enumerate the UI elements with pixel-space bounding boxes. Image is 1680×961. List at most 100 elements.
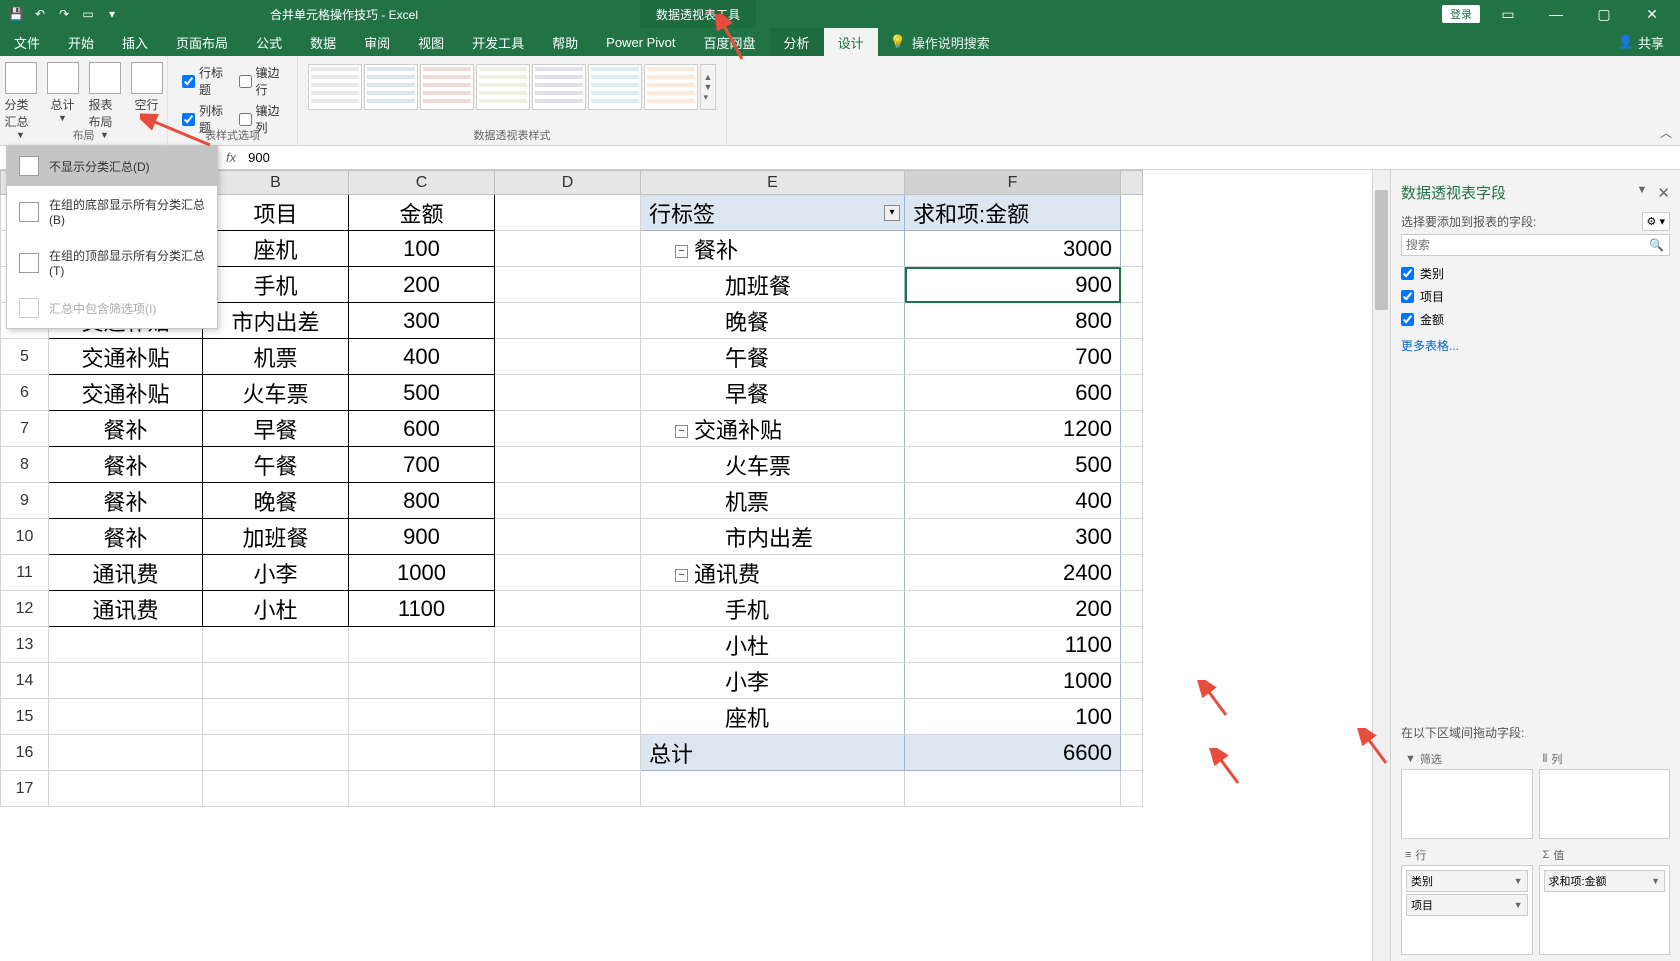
field-category[interactable]: 类别 (1401, 262, 1670, 285)
tab-formulas[interactable]: 公式 (242, 28, 296, 56)
share-button[interactable]: 👤 共享 (1602, 28, 1680, 56)
scrollbar-thumb[interactable] (1375, 190, 1388, 310)
cell[interactable]: 晚餐 (203, 483, 349, 519)
cell[interactable]: 早餐 (203, 411, 349, 447)
row-header[interactable]: 14 (1, 663, 49, 699)
pivot-item[interactable]: 市内出差 (641, 519, 905, 555)
cell[interactable] (495, 375, 641, 411)
cell[interactable]: 项目 (203, 195, 349, 231)
cell[interactable] (1121, 303, 1143, 339)
close-icon[interactable]: ✕ (1632, 6, 1672, 23)
tab-view[interactable]: 视图 (404, 28, 458, 56)
cell[interactable]: 加班餐 (203, 519, 349, 555)
cell[interactable]: 小杜 (203, 591, 349, 627)
value-chip-sum[interactable]: 求和项:金额▼ (1544, 870, 1666, 892)
field-search-input[interactable] (1401, 234, 1670, 256)
pivot-value[interactable]: 500 (905, 447, 1121, 483)
ribbon-display-icon[interactable]: ▭ (1488, 6, 1528, 23)
tab-data[interactable]: 数据 (296, 28, 350, 56)
cell[interactable] (1121, 663, 1143, 699)
pivot-total-label[interactable]: 总计 (641, 735, 905, 771)
cell[interactable] (349, 663, 495, 699)
cell[interactable] (495, 771, 641, 807)
pivot-sum-label[interactable]: 求和项:金额 (905, 195, 1121, 231)
pane-dropdown-icon[interactable]: ▼ (1637, 184, 1648, 202)
cell[interactable]: 100 (349, 231, 495, 267)
cell[interactable] (349, 699, 495, 735)
pivot-value[interactable]: 1200 (905, 411, 1121, 447)
pivot-item[interactable]: 手机 (641, 591, 905, 627)
cell[interactable] (495, 627, 641, 663)
pivot-value[interactable]: 200 (905, 591, 1121, 627)
redo-icon[interactable]: ↷ (56, 6, 72, 22)
cell[interactable] (905, 771, 1121, 807)
cell[interactable] (495, 267, 641, 303)
cell[interactable]: 300 (349, 303, 495, 339)
pivot-item[interactable]: 加班餐 (641, 267, 905, 303)
cell[interactable] (1121, 339, 1143, 375)
style-thumb[interactable] (364, 64, 418, 110)
pivot-value[interactable]: 300 (905, 519, 1121, 555)
pivot-item[interactable]: 座机 (641, 699, 905, 735)
collapse-icon[interactable]: − (675, 425, 688, 438)
cell[interactable] (495, 699, 641, 735)
cell[interactable] (495, 519, 641, 555)
cell[interactable]: 通讯费 (49, 555, 203, 591)
pivot-value[interactable]: 400 (905, 483, 1121, 519)
cell[interactable]: 餐补 (49, 411, 203, 447)
cell[interactable] (1121, 267, 1143, 303)
cell[interactable] (49, 627, 203, 663)
row-header[interactable]: 10 (1, 519, 49, 555)
row-header[interactable]: 9 (1, 483, 49, 519)
cell[interactable]: 手机 (203, 267, 349, 303)
row-header[interactable]: 8 (1, 447, 49, 483)
cell[interactable]: 小李 (203, 555, 349, 591)
row-header[interactable]: 15 (1, 699, 49, 735)
vertical-scrollbar[interactable] (1372, 170, 1390, 961)
row-header[interactable]: 6 (1, 375, 49, 411)
cell[interactable] (495, 303, 641, 339)
cell[interactable] (349, 735, 495, 771)
pivot-item[interactable]: 午餐 (641, 339, 905, 375)
cell[interactable]: 500 (349, 375, 495, 411)
row-header[interactable]: 17 (1, 771, 49, 807)
cell[interactable]: 座机 (203, 231, 349, 267)
cell[interactable]: 交通补贴 (49, 375, 203, 411)
values-area[interactable]: 求和项:金额▼ (1539, 865, 1671, 955)
tab-help[interactable]: 帮助 (538, 28, 592, 56)
cell[interactable]: 1000 (349, 555, 495, 591)
cell[interactable] (495, 735, 641, 771)
cell[interactable] (1121, 735, 1143, 771)
cell[interactable] (1121, 447, 1143, 483)
cell[interactable]: 900 (349, 519, 495, 555)
cell[interactable] (1121, 231, 1143, 267)
cell[interactable]: 交通补贴 (49, 339, 203, 375)
cell[interactable] (49, 771, 203, 807)
qat-dropdown-icon[interactable]: ▾ (104, 6, 120, 22)
login-button[interactable]: 登录 (1442, 5, 1480, 23)
cell[interactable] (1121, 591, 1143, 627)
cell[interactable] (203, 699, 349, 735)
cell[interactable]: 市内出差 (203, 303, 349, 339)
cell[interactable] (203, 663, 349, 699)
row-header[interactable]: 11 (1, 555, 49, 591)
row-header[interactable]: 5 (1, 339, 49, 375)
cell[interactable] (49, 663, 203, 699)
banded-rows-checkbox[interactable]: 镶边行 (239, 64, 284, 98)
col-header-e[interactable]: E (641, 171, 905, 195)
tell-me-search[interactable]: 💡 操作说明搜索 (878, 28, 1002, 56)
pivot-group[interactable]: −餐补 (641, 231, 905, 267)
pane-close-icon[interactable]: ✕ (1657, 184, 1670, 202)
row-header[interactable]: 13 (1, 627, 49, 663)
filter-icon[interactable]: ▾ (884, 205, 900, 221)
cell[interactable] (1121, 519, 1143, 555)
pivot-value[interactable]: 1000 (905, 663, 1121, 699)
cell[interactable] (495, 195, 641, 231)
cell[interactable] (1121, 411, 1143, 447)
cell[interactable] (203, 627, 349, 663)
pivot-item[interactable]: 小李 (641, 663, 905, 699)
dd-top-subtotals[interactable]: 在组的顶部显示所有分类汇总(T) (7, 237, 217, 288)
undo-icon[interactable]: ↶ (32, 6, 48, 22)
pivot-total-value[interactable]: 6600 (905, 735, 1121, 771)
cell[interactable] (495, 555, 641, 591)
